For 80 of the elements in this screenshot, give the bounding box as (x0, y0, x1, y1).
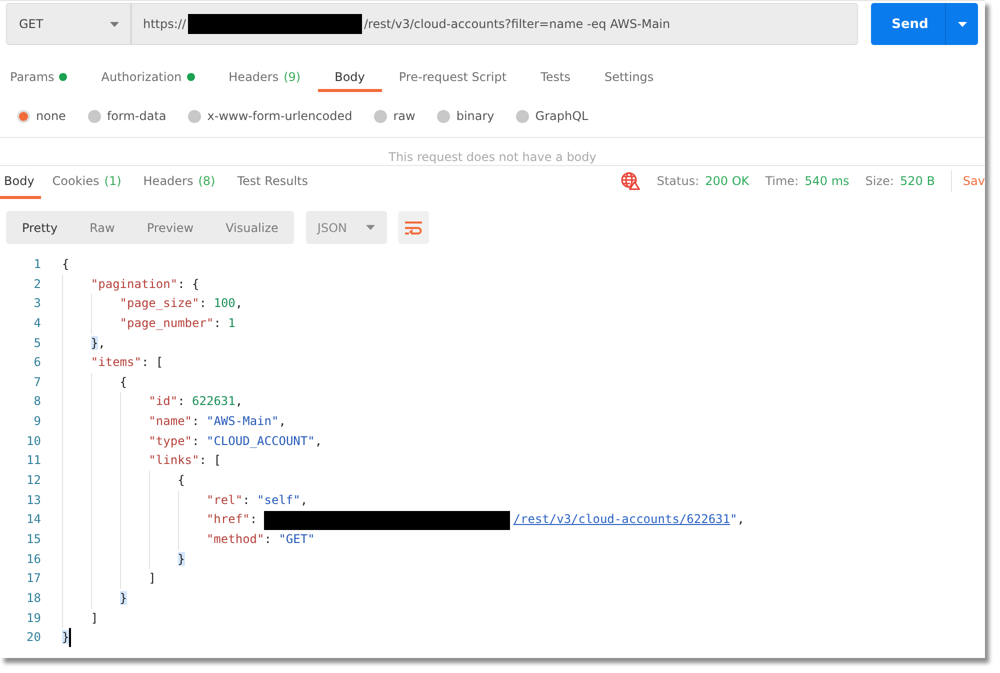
radio-option[interactable]: raw (374, 109, 416, 123)
url-field[interactable]: https:// /rest/v3/cloud-accounts?filter=name -eq AWS-Main (131, 3, 858, 45)
line-number: 11 (26, 452, 41, 470)
radio-option[interactable]: binary (437, 109, 494, 123)
code-line: "page_size": 100, (120, 295, 243, 312)
line-number: 3 (32, 295, 41, 312)
code-line: "pagination": { (90, 276, 200, 293)
line-number: 20 (26, 629, 41, 646)
line-number: 7 (32, 374, 41, 391)
line-number: 15 (26, 530, 41, 548)
code-link[interactable]: /rest/v3/cloud-accounts/622631 (513, 512, 730, 526)
code-line: { (62, 256, 70, 273)
request-tab[interactable]: Tests (524, 62, 588, 92)
line-number: 16 (26, 550, 41, 568)
request-tab[interactable]: Params (0, 62, 84, 92)
response-tab[interactable]: Cookies (1) (41, 166, 132, 199)
caret-icon (958, 22, 966, 26)
radio-option[interactable]: none (17, 109, 66, 123)
line-number: 13 (26, 492, 41, 509)
line-number: 1 (32, 256, 41, 273)
line-number: 12 (26, 472, 41, 490)
view-mode-tab[interactable]: Raw (74, 211, 131, 244)
radio-option[interactable]: GraphQL (516, 109, 588, 123)
caret-icon (110, 22, 119, 26)
format-select[interactable]: JSON (306, 211, 388, 244)
radio-option[interactable]: form-data (88, 109, 166, 123)
line-number: 9 (32, 413, 41, 430)
text-cursor (69, 628, 72, 648)
line-number: 5 (32, 334, 41, 352)
code-line: { (120, 374, 128, 391)
save-link[interactable]: Sav (962, 174, 985, 188)
code-line: "type": "CLOUD_ACCOUNT", (148, 432, 322, 450)
request-tab[interactable]: Headers (9) (212, 62, 318, 92)
code-line: "rel": "self", (206, 492, 308, 509)
code-line: "id": 622631, (148, 393, 243, 410)
send-menu-button[interactable] (945, 3, 978, 45)
view-mode-tab[interactable]: Pretty (6, 211, 74, 244)
code-line: "links": [ (148, 452, 221, 470)
request-tab[interactable]: Settings (587, 62, 671, 92)
request-tab[interactable]: Authorization (84, 62, 212, 92)
request-tab[interactable]: Body (318, 62, 382, 92)
code-line: { (178, 472, 185, 490)
line-number: 4 (32, 314, 41, 332)
code-line: "page_number": 1 (120, 314, 236, 332)
code-line: "href": /rest/v3/cloud-accounts/622631", (206, 510, 744, 530)
caret-icon (366, 225, 376, 230)
stat-value: 520 B (900, 174, 935, 188)
stat-value: 540 ms (804, 174, 850, 188)
line-number: 14 (26, 511, 41, 528)
line-number: 6 (32, 354, 41, 372)
code-line: ] (90, 610, 98, 627)
code-line: ] (148, 570, 156, 588)
code-line: }, (90, 334, 106, 352)
response-tab[interactable]: Test Results (226, 166, 320, 199)
line-number: 10 (26, 432, 41, 450)
line-number: 2 (32, 276, 41, 293)
response-tab[interactable]: Headers (8) (132, 166, 226, 199)
line-number: 17 (26, 570, 41, 588)
send-button[interactable]: Send (871, 3, 945, 45)
globe-warning-icon (620, 172, 640, 190)
method-select[interactable]: GET (6, 3, 131, 45)
line-number: 8 (32, 393, 41, 410)
stat-label: Time: (765, 174, 799, 188)
view-mode-tab[interactable]: Visualize (210, 211, 294, 244)
wrap-lines-button[interactable] (398, 211, 430, 244)
stat-label: Size: (865, 174, 894, 188)
code-line: } (62, 628, 72, 648)
view-mode-tab[interactable]: Preview (130, 211, 210, 244)
empty-body-message: This request does not have a body (388, 149, 596, 165)
code-line: "method": "GET" (206, 530, 315, 548)
code-line: "name": "AWS-Main", (148, 413, 286, 430)
wrap-lines-icon (405, 220, 422, 234)
line-number: 18 (26, 590, 41, 607)
code-line: "items": [ (90, 354, 164, 372)
request-tab[interactable]: Pre-request Script (382, 62, 524, 92)
radio-option[interactable]: x-www-form-urlencoded (188, 109, 352, 123)
response-tab[interactable]: Body (0, 166, 42, 199)
stat-value: 200 OK (705, 174, 750, 188)
line-number: 19 (26, 610, 41, 627)
stat-label: Status: (656, 174, 700, 188)
